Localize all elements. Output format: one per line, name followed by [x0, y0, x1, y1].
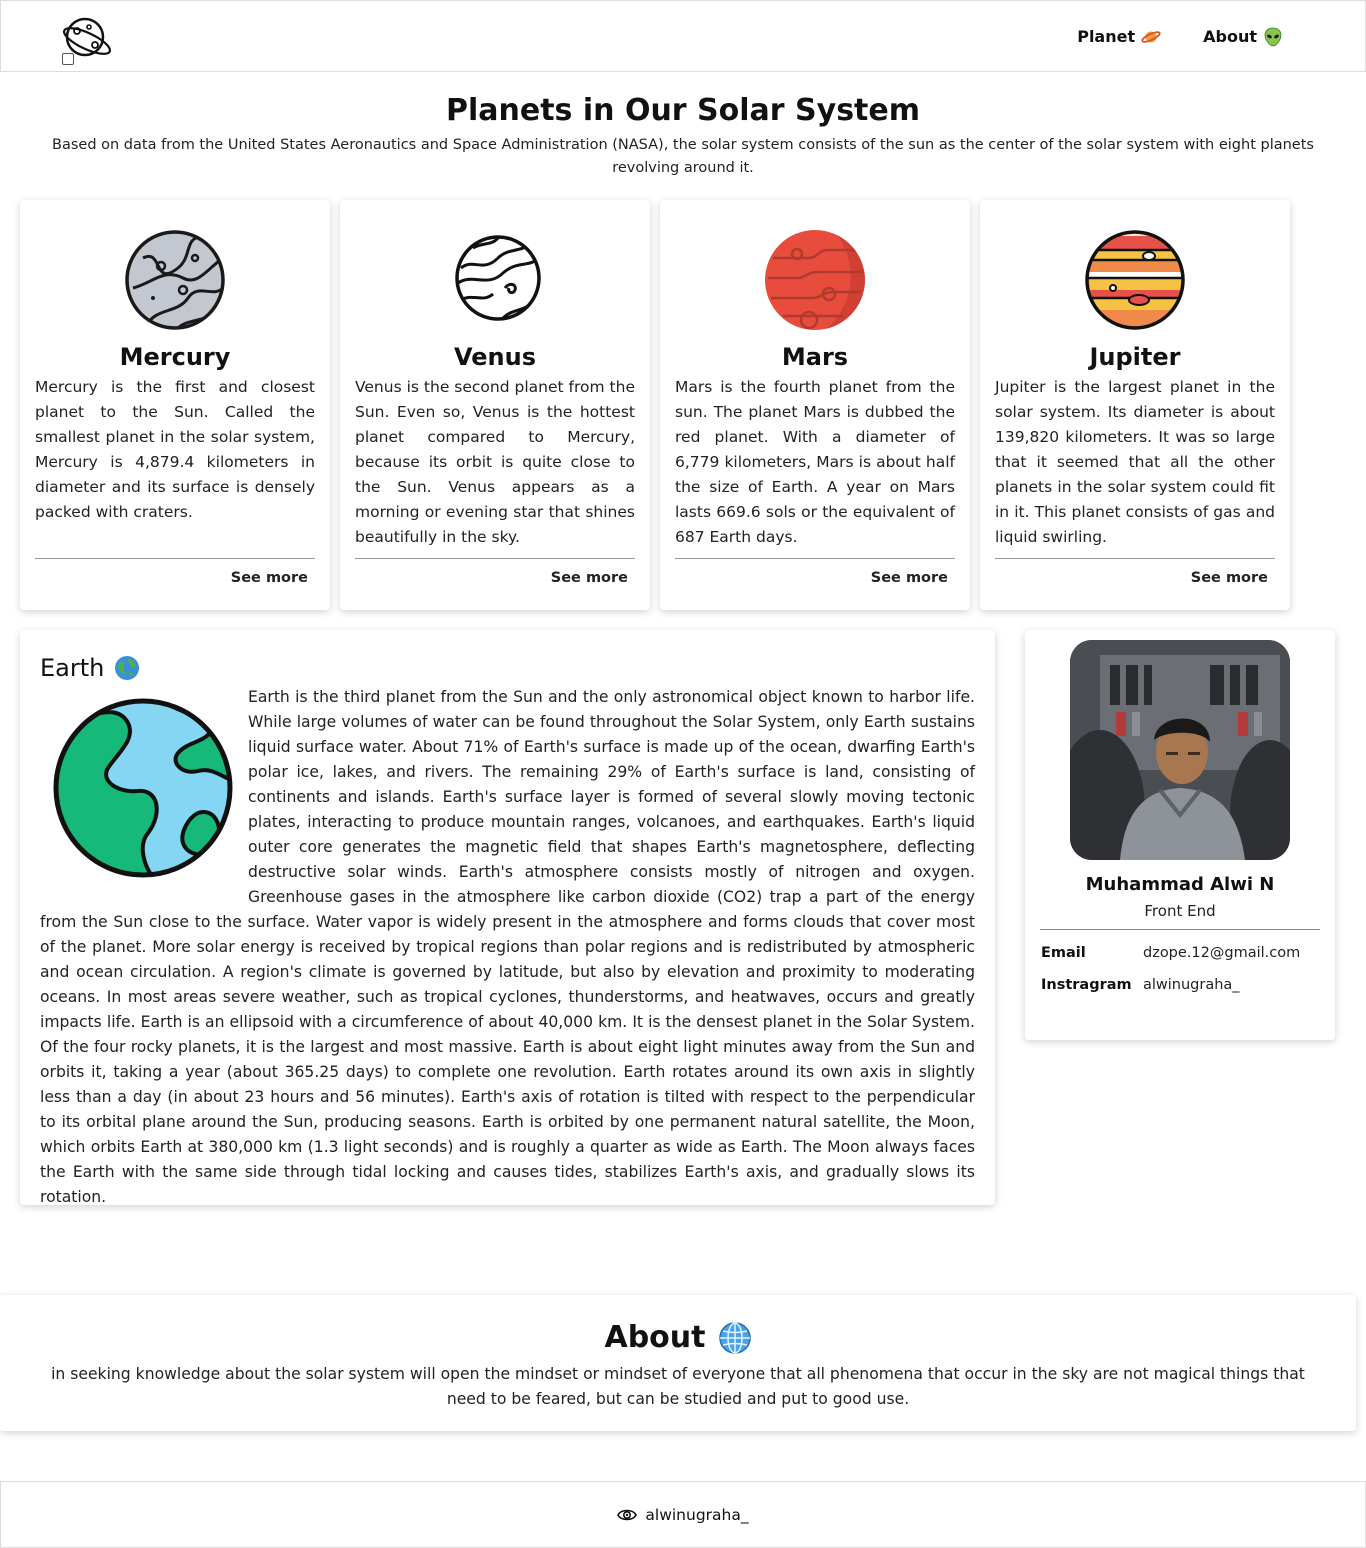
see-more-link[interactable]: See more: [1191, 568, 1268, 588]
nav-link-planet[interactable]: Planet: [1077, 25, 1161, 49]
profile-instagram-row: Instragram alwinugraha_: [1041, 974, 1240, 996]
saturn-icon: [1141, 31, 1161, 43]
earth-heading: Earth: [40, 652, 140, 684]
card-divider: [35, 558, 315, 559]
planet-description: Jupiter is the largest planet in the sol…: [995, 378, 1275, 546]
profile-photo: [1070, 640, 1290, 860]
email-value[interactable]: dzope.12@gmail.com: [1143, 942, 1300, 964]
planet-card-mercury: Mercury Mercury is the first and closest…: [20, 200, 330, 610]
earth-icon: [53, 698, 233, 878]
jupiter-icon: [1085, 230, 1185, 330]
nav-link-about[interactable]: About: [1203, 25, 1283, 49]
profile-role: Front End: [1144, 902, 1216, 920]
about-text: in seeking knowledge about the solar sys…: [51, 1365, 1305, 1408]
about-section: About in seeking knowledge about the sol…: [0, 1295, 1356, 1431]
planet-description: Mercury is the first and closest planet …: [35, 378, 315, 521]
mars-icon: [765, 230, 865, 330]
card-divider: [995, 558, 1275, 559]
main-nav: Planet About: [1077, 25, 1283, 49]
globe-meridians-icon: [718, 1322, 751, 1354]
card-divider: [675, 558, 955, 559]
planet-name: Mercury: [119, 343, 231, 371]
about-title: About: [604, 1320, 706, 1355]
footer-text[interactable]: alwinugraha_: [645, 1506, 748, 1524]
instagram-label: Instragram: [1041, 977, 1132, 993]
globe-emoji-icon: [115, 656, 140, 680]
top-navbar: Planet About: [0, 0, 1366, 72]
page-footer: alwinugraha_: [0, 1481, 1366, 1548]
email-label: Email: [1041, 945, 1086, 961]
planet-name: Mars: [781, 343, 849, 371]
alien-icon: [1264, 27, 1282, 47]
venus-icon: [455, 235, 541, 321]
earth-body: Earth is the third planet from the Sun a…: [40, 685, 975, 1210]
card-divider: [355, 558, 635, 559]
see-more-link[interactable]: See more: [551, 568, 628, 588]
profile-photo-illustration: [1070, 640, 1290, 860]
profile-divider: [1040, 929, 1320, 930]
earth-title: Earth: [40, 654, 105, 682]
page-title: Planets in Our Solar System: [446, 93, 920, 128]
see-more-link[interactable]: See more: [231, 568, 308, 588]
profile-name: Muhammad Alwi N: [1085, 874, 1275, 895]
profile-email-row: Email dzope.12@gmail.com: [1041, 942, 1300, 964]
planet-name: Jupiter: [1089, 343, 1181, 371]
planet-name: Venus: [454, 343, 536, 371]
page-subtitle: Based on data from the United States Aer…: [52, 137, 1314, 176]
eye-icon: [617, 1509, 638, 1520]
nav-link-label: About: [1203, 27, 1257, 46]
planet-card-mars: Mars Mars is the fourth planet from the …: [660, 200, 970, 610]
earth-article: Earth Earth is the third planet from the…: [20, 630, 995, 1206]
planet-description: Mars is the fourth planet from the sun. …: [675, 378, 955, 546]
mercury-icon: [125, 230, 225, 330]
menu-toggle-checkbox[interactable]: [62, 53, 74, 65]
instagram-value[interactable]: alwinugraha_: [1143, 974, 1240, 996]
about-heading: About: [0, 1317, 1356, 1359]
planet-card-venus: Venus Venus is the second planet from th…: [340, 200, 650, 610]
planet-card-jupiter: Jupiter Jupiter is the largest planet in…: [980, 200, 1290, 610]
nav-link-label: Planet: [1077, 27, 1136, 46]
planet-description: Venus is the second planet from the Sun.…: [355, 378, 635, 546]
see-more-link[interactable]: See more: [871, 568, 948, 588]
author-profile-card: Muhammad Alwi N Front End Email dzope.12…: [1025, 630, 1335, 1040]
